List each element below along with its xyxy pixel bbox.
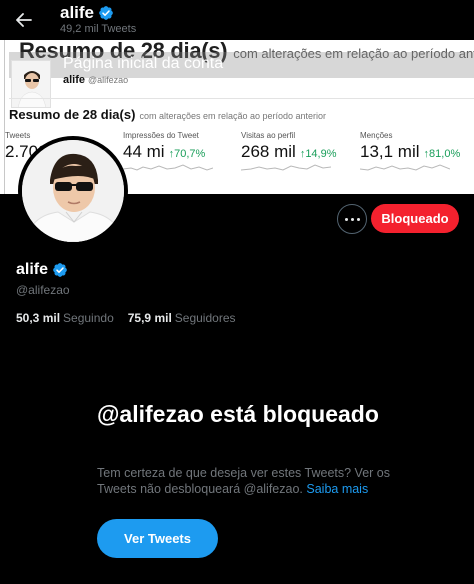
view-tweets-button[interactable]: Ver Tweets: [97, 519, 218, 558]
sparkline: [123, 164, 213, 171]
header-name: alife: [60, 3, 95, 22]
stat-label: Tweets: [5, 131, 31, 140]
profile-name-row: alife: [16, 261, 68, 279]
banner-divider: [9, 98, 474, 99]
profile-handle: @alifezao: [16, 283, 70, 297]
banner-thumbnail: [11, 60, 51, 108]
header-title: alife: [60, 3, 114, 23]
stat-change: ↑70,7%: [168, 148, 206, 160]
stat-impressions: Impressões do Tweet 44 mi ↑70,7%: [123, 131, 213, 171]
verified-badge-icon: [99, 6, 113, 20]
stat-label: Impressões do Tweet: [123, 131, 199, 140]
learn-more-link[interactable]: Saiba mais: [306, 482, 368, 496]
banner-handle: @alifezao: [88, 75, 129, 85]
banner-overlay-text: Página inicial da conta: [63, 55, 224, 72]
following-label: Seguindo: [63, 311, 114, 325]
stat-label: Menções: [360, 131, 393, 140]
stat-profile-visits: Visitas ao perfil 268 mil ↑14,9%: [241, 131, 337, 171]
avatar-image: [22, 140, 124, 242]
profile-name: alife: [16, 261, 49, 278]
banner-summary-subtitle: com alterações em relação ao período ant…: [139, 111, 327, 121]
sparkline: [241, 164, 331, 171]
back-button[interactable]: [12, 8, 36, 32]
banner-account: alife @alifezao: [63, 74, 128, 86]
more-options-button[interactable]: [337, 204, 367, 234]
sparkline: [360, 164, 450, 171]
stat-label: Visitas ao perfil: [241, 131, 296, 140]
stat-change: ↑14,9%: [299, 148, 337, 160]
followers-label: Seguidores: [174, 311, 236, 325]
followers-link[interactable]: 75,9 mil Seguidores: [128, 311, 236, 325]
followers-count: 75,9 mil: [127, 311, 172, 325]
verified-badge-icon[interactable]: [52, 262, 68, 278]
header-tweet-count: 49,2 mil Tweets: [60, 23, 137, 35]
more-options-icon: [343, 217, 361, 221]
blocked-title: @alifezao está bloqueado: [97, 401, 379, 427]
back-arrow-icon: [16, 13, 32, 27]
banner-name: alife: [63, 74, 86, 86]
stat-value: 268 mil: [241, 142, 296, 161]
following-link[interactable]: 50,3 mil Seguindo: [16, 311, 114, 325]
stat-mentions: Menções 13,1 mil ↑81,0%: [360, 131, 461, 171]
profile-header: alife 49,2 mil Tweets: [0, 0, 474, 40]
banner-summary: Resumo de 28 dia(s) com alterações em rel…: [9, 107, 326, 122]
following-count: 50,3 mil: [16, 311, 61, 325]
banner-summary-title: Resumo de 28 dia(s): [9, 107, 136, 122]
blocked-button[interactable]: Bloqueado: [371, 204, 459, 233]
stat-value: 13,1 mil: [360, 142, 420, 161]
profile-avatar[interactable]: [18, 136, 128, 246]
stat-value: 44 mi: [123, 142, 165, 161]
follow-stats: 50,3 mil Seguindo 75,9 mil Seguidores: [16, 311, 236, 325]
blocked-description: Tem certeza de que deseja ver estes Twee…: [97, 465, 397, 497]
stat-change: ↑81,0%: [423, 148, 461, 160]
